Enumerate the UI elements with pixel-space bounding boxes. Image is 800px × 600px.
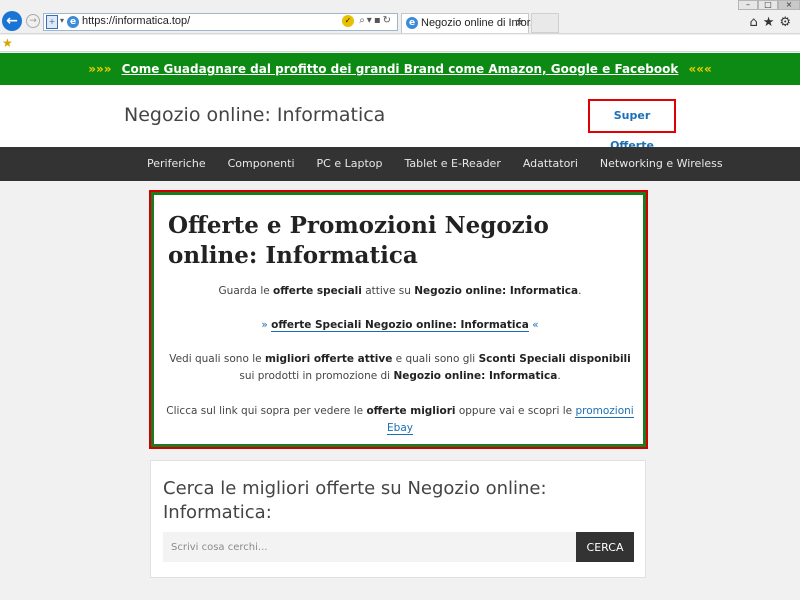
promo-left-mark: »»» xyxy=(88,62,112,76)
lock-icon[interactable]: ▪ xyxy=(374,15,383,26)
minimize-button[interactable]: – xyxy=(738,0,758,10)
refresh-icon[interactable]: ↻ xyxy=(383,15,393,26)
search-title: Cerca le migliori offerte su Negozio onl… xyxy=(163,478,547,523)
maximize-button[interactable]: □ xyxy=(758,0,778,10)
main-nav: Periferiche Componenti PC e Laptop Table… xyxy=(0,147,800,181)
text: attive su xyxy=(361,285,415,297)
text: . xyxy=(578,285,582,297)
new-tab-button[interactable] xyxy=(531,13,559,33)
tab-favicon-icon: e xyxy=(406,17,418,29)
search-button[interactable]: CERCA xyxy=(576,532,634,562)
offer-paragraph-2: » offerte Speciali Negozio online: Infor… xyxy=(162,317,638,334)
address-bar-actions: ✓ ⌕▾▪↻ xyxy=(342,15,393,27)
offer-title: Offerte e Promozioni Negozio online: Inf… xyxy=(168,212,549,269)
site-title[interactable]: Negozio online: Informatica xyxy=(124,104,385,126)
text: oppure vai e scopri le xyxy=(455,405,576,417)
browser-tools[interactable]: ⌂★⚙ xyxy=(749,15,796,30)
text: Clicca sul link qui sopra per vedere le xyxy=(166,405,367,417)
offer-paragraph-3: Vedi quali sono le migliori offerte atti… xyxy=(162,351,638,385)
browser-titlebar: ← → + ▾ e https://informatica.top/ ✓ ⌕▾▪… xyxy=(0,0,800,34)
search-box: Cerca le migliori offerte su Negozio onl… xyxy=(150,460,646,578)
close-window-button[interactable]: × xyxy=(778,0,800,10)
offer-paragraph-1: Guarda le offerte speciali attive su Neg… xyxy=(162,283,638,300)
bold-text: Negozio online: Informatica xyxy=(414,285,579,297)
bold-text: offerte speciali xyxy=(273,285,362,297)
search-input[interactable] xyxy=(163,532,576,562)
dropdown-caret-icon[interactable]: ▾ xyxy=(60,16,64,25)
link-mark: » xyxy=(261,319,272,331)
close-icon[interactable]: × xyxy=(515,16,524,29)
forward-arrow-icon[interactable]: → xyxy=(26,14,40,28)
url-text[interactable]: https://informatica.top/ xyxy=(82,15,190,27)
nav-item-pc-laptop[interactable]: PC e Laptop xyxy=(306,147,394,181)
bold-text: migliori offerte attive xyxy=(264,353,393,365)
security-shield-icon[interactable]: + xyxy=(46,15,58,29)
bold-text: offerte migliori xyxy=(366,405,456,417)
search-icon[interactable]: ⌕ xyxy=(359,15,367,26)
browser-tab[interactable]: e Negozio online di Infor... × xyxy=(401,13,539,33)
back-arrow-icon[interactable]: ← xyxy=(2,11,22,31)
site-favicon-icon: e xyxy=(67,16,79,28)
offer-box: Offerte e Promozioni Negozio online: Inf… xyxy=(149,190,648,449)
promo-right-mark: ««« xyxy=(688,62,712,76)
nav-item-adattatori[interactable]: Adattatori xyxy=(512,147,589,181)
favorites-star-icon[interactable]: ★ xyxy=(2,36,13,50)
nav-item-periferiche[interactable]: Periferiche xyxy=(136,147,217,181)
text: sui prodotti in promozione di xyxy=(239,370,394,382)
nav-item-componenti[interactable]: Componenti xyxy=(217,147,306,181)
bold-text: Sconti Speciali disponibili xyxy=(478,353,631,365)
promo-link[interactable]: Come Guadagnare dal profitto dei grandi … xyxy=(122,62,679,76)
promo-bar: »»» Come Guadagnare dal profitto dei gra… xyxy=(0,53,800,85)
offer-paragraph-4: Clicca sul link qui sopra per vedere le … xyxy=(162,403,638,437)
link-mark: « xyxy=(528,319,539,331)
text: . xyxy=(557,370,561,382)
compatibility-icon[interactable]: ✓ xyxy=(342,15,354,27)
site-header: Negozio online: Informatica Super Offert… xyxy=(0,85,800,152)
favorites-bar: ★ xyxy=(0,35,800,52)
text: Guarda le xyxy=(218,285,274,297)
offerte-speciali-link[interactable]: offerte Speciali Negozio online: Informa… xyxy=(271,319,529,332)
nav-item-networking[interactable]: Networking e Wireless xyxy=(589,147,734,181)
dropdown-caret-icon[interactable]: ▾ xyxy=(367,15,374,26)
text: Vedi quali sono le xyxy=(169,353,265,365)
bold-text: Negozio online: Informatica xyxy=(393,370,558,382)
text: e quali sono gli xyxy=(392,353,479,365)
address-bar[interactable]: + ▾ e https://informatica.top/ ✓ ⌕▾▪↻ xyxy=(43,13,398,31)
super-offerte-button[interactable]: Super Offerte xyxy=(588,99,676,152)
browser-chrome: ← → + ▾ e https://informatica.top/ ✓ ⌕▾▪… xyxy=(0,0,800,52)
nav-item-tablet-ereader[interactable]: Tablet e E-Reader xyxy=(393,147,511,181)
nav-items: Periferiche Componenti PC e Laptop Table… xyxy=(136,147,734,181)
